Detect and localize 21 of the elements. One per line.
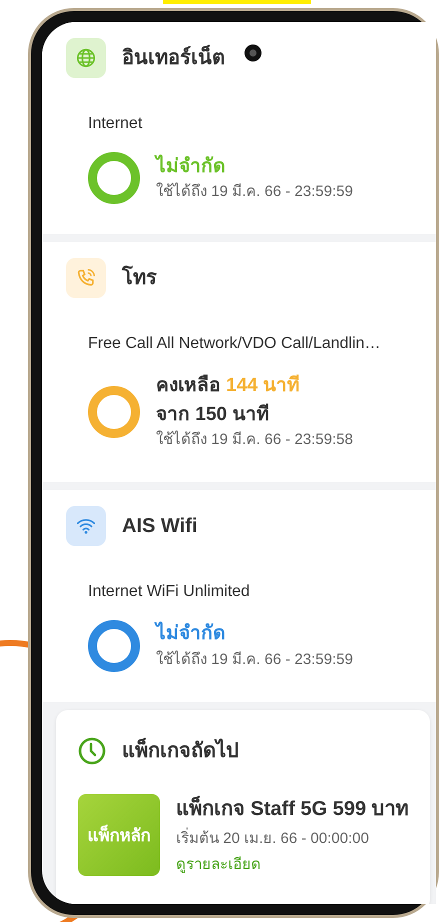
package-section-title: แพ็กเกจถัดไป	[122, 736, 239, 764]
expiry-text: ใช้ได้ถึง 19 มี.ค. 66 - 23:59:59	[156, 182, 353, 202]
globe-icon	[75, 47, 97, 69]
section-title: AIS Wifi	[122, 514, 198, 538]
section-title: อินเทอร์เน็ต	[122, 43, 225, 73]
details-link[interactable]: ดูรายละเอียด	[176, 854, 261, 876]
expiry-text: ใช้ได้ถึง 19 มี.ค. 66 - 23:59:58	[156, 430, 354, 450]
quota-text: จาก 150 นาที	[156, 402, 270, 426]
service-name: Internet WiFi Unlimited	[88, 582, 251, 602]
expiry-text: ใช้ได้ถึง 19 มี.ค. 66 - 23:59:59	[156, 650, 353, 670]
clock-icon	[78, 736, 106, 764]
service-name: Free Call All Network/VDO Call/Landlin…	[88, 334, 382, 354]
section-title: โทร	[122, 264, 157, 291]
start-date: เริ่มต้น 20 เม.ย. 66 - 00:00:00	[176, 828, 370, 848]
quota-text: ไม่จำกัด	[156, 620, 225, 646]
quota-text: 144 นาที	[226, 374, 300, 398]
package-name: แพ็กเกจ Staff 5G 599 บาท	[176, 794, 409, 822]
quota-text: คงเหลือ	[156, 374, 220, 398]
service-name: Internet	[88, 114, 144, 134]
quota-text: ไม่จำกัด	[156, 154, 225, 178]
package-tile: แพ็กหลัก	[78, 794, 160, 876]
